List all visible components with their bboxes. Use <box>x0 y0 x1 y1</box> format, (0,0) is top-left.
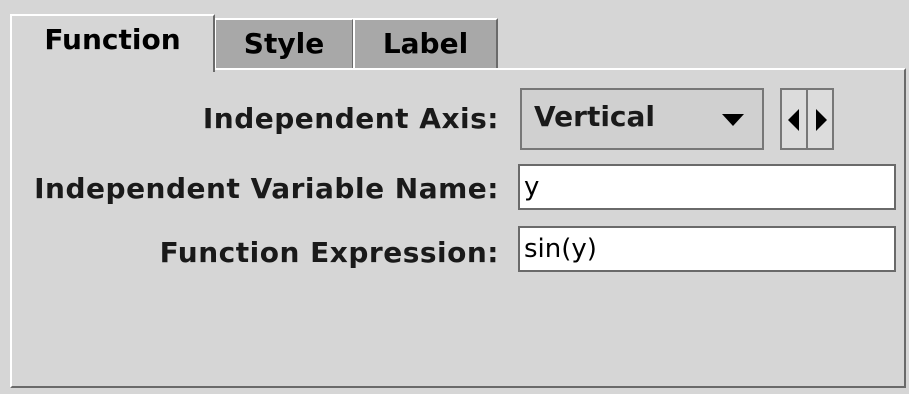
chevron-down-icon <box>722 114 744 126</box>
independent-axis-value: Vertical <box>534 100 656 133</box>
tab-label-label: Label <box>382 27 469 60</box>
arrow-left-icon <box>788 109 799 131</box>
previous-axis-button[interactable] <box>780 88 808 150</box>
expression-label: Function Expression: <box>159 236 499 269</box>
tab-style-label: Style <box>243 27 325 60</box>
independent-axis-label: Independent Axis: <box>202 102 499 135</box>
function-editor-window: Function Style Label Independent Axis: V… <box>0 0 909 394</box>
arrow-right-icon <box>816 109 827 131</box>
tab-function[interactable]: Function <box>10 14 215 72</box>
tab-style[interactable]: Style <box>214 18 354 70</box>
axis-stepper <box>780 88 838 150</box>
tab-function-label: Function <box>44 23 181 56</box>
tab-label[interactable]: Label <box>353 18 498 70</box>
variable-name-input[interactable] <box>518 164 896 210</box>
variable-name-label: Independent Variable Name: <box>34 172 499 205</box>
function-panel: Independent Axis: Vertical Independent V… <box>10 68 906 388</box>
expression-input[interactable] <box>518 226 896 272</box>
next-axis-button[interactable] <box>806 88 834 150</box>
independent-axis-dropdown[interactable]: Vertical <box>520 88 764 150</box>
